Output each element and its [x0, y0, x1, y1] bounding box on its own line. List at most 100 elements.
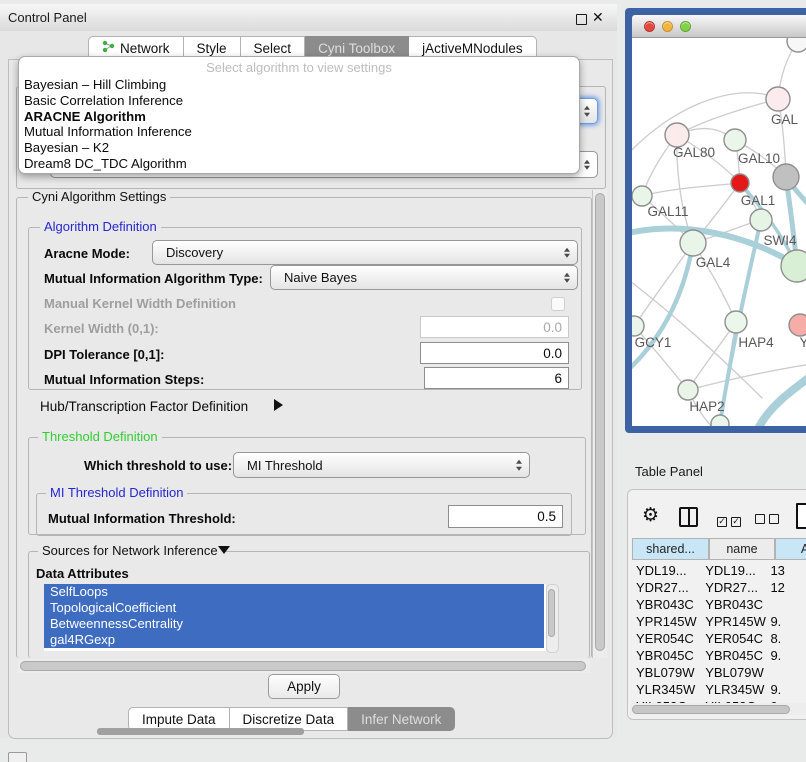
- which-threshold-combobox[interactable]: MI Threshold: [233, 452, 530, 478]
- apply-button[interactable]: Apply: [268, 674, 340, 699]
- aracne-mode-combobox[interactable]: Discovery: [152, 240, 578, 265]
- network-node-gal80[interactable]: [665, 123, 689, 147]
- mi-type-combobox[interactable]: Naive Bayes: [270, 265, 578, 290]
- table-cell: YPR145W: [630, 614, 705, 629]
- network-edge[interactable]: [759, 374, 806, 426]
- table-cell: YDL19...: [630, 563, 705, 578]
- table-cell: 12: [770, 580, 806, 595]
- network-edge[interactable]: [688, 364, 806, 390]
- settings-horizontal-scrollbar-thumb[interactable]: [20, 661, 586, 671]
- attributes-scrollbar[interactable]: [546, 584, 559, 653]
- dpi-tolerance-field[interactable]: 0.0: [420, 342, 569, 364]
- network-node[interactable]: [731, 174, 749, 192]
- network-node-hap4[interactable]: [725, 311, 747, 333]
- tab-label: Network: [120, 41, 170, 56]
- algorithm-option[interactable]: Mutual Information Inference: [22, 124, 576, 140]
- column-header-name[interactable]: name: [709, 538, 775, 560]
- minimize-traffic-light-icon[interactable]: [662, 21, 673, 32]
- settings-horizontal-scrollbar[interactable]: [18, 659, 590, 673]
- column-header-third[interactable]: A: [775, 538, 806, 560]
- settings-group-title: Cyni Algorithm Settings: [28, 190, 170, 203]
- tab-label: Cyni Toolbox: [318, 41, 395, 56]
- network-node-gal[interactable]: [766, 87, 790, 111]
- settings-vertical-scrollbar-thumb[interactable]: [595, 193, 605, 651]
- dpi-tolerance-label: DPI Tolerance [0,1]:: [44, 347, 164, 362]
- which-threshold-label: Which threshold to use:: [84, 458, 232, 473]
- table-row[interactable]: YDR27...YDR27...12: [630, 579, 806, 596]
- network-node-gal4[interactable]: [680, 230, 706, 256]
- columns-icon[interactable]: [679, 507, 698, 527]
- algorithm-option[interactable]: Bayesian – K2: [22, 140, 576, 156]
- network-window-titlebar[interactable]: [632, 15, 806, 38]
- table-cell: 9.: [770, 682, 806, 697]
- table-cell: 8.: [770, 631, 806, 646]
- dpi-tolerance-value: 0.0: [543, 346, 562, 361]
- data-attributes-list[interactable]: SelfLoopsTopologicalCoefficientBetweenne…: [44, 584, 546, 651]
- table-cell: YER054C: [705, 631, 770, 646]
- attribute-list-item[interactable]: gal4RGexp: [44, 632, 544, 648]
- close-window-icon[interactable]: ✕: [592, 9, 604, 26]
- manual-kernel-checkbox[interactable]: [551, 297, 565, 311]
- network-edge[interactable]: [642, 183, 740, 196]
- algorithm-option[interactable]: ARACNE Algorithm: [22, 109, 576, 125]
- network-node-y[interactable]: [789, 314, 806, 336]
- network-node-gcy1[interactable]: [632, 316, 644, 336]
- table-cell: YLR345W: [630, 682, 705, 697]
- network-icon: [102, 40, 115, 56]
- attribute-list-item[interactable]: TopologicalCoefficient: [44, 600, 544, 616]
- table-cell: YPR145W: [705, 614, 770, 629]
- table-row[interactable]: YER054CYER054C8.: [630, 630, 806, 647]
- tab-label: Infer Network: [361, 712, 441, 727]
- mi-threshold-field[interactable]: 0.5: [448, 505, 563, 528]
- gear-icon[interactable]: ⚙: [642, 506, 659, 525]
- float-window-icon[interactable]: [576, 14, 587, 25]
- attribute-list-item[interactable]: BetweennessCentrality: [44, 616, 544, 632]
- table-cell: YBR043C: [630, 597, 705, 612]
- algorithm-option[interactable]: Dream8 DC_TDC Algorithm: [22, 156, 576, 172]
- root: Control Panel ✕ Network Style Select Cyn…: [0, 0, 806, 762]
- network-node[interactable]: [773, 164, 799, 190]
- network-graph: GALGAL80GAL10GAL1GAL11GAL4SWI4GCY1HAP4YH…: [632, 38, 806, 426]
- zoom-traffic-light-icon[interactable]: [680, 21, 691, 32]
- table-row[interactable]: YPR145WYPR145W9.: [630, 613, 806, 630]
- network-canvas[interactable]: GALGAL80GAL10GAL1GAL11GAL4SWI4GCY1HAP4YH…: [632, 38, 806, 426]
- tab-infer-network[interactable]: Infer Network: [348, 707, 455, 731]
- hub-definition-label: Hub/Transcription Factor Definition: [40, 399, 248, 414]
- mi-steps-label: Mutual Information Steps:: [44, 372, 204, 387]
- network-node-gal11[interactable]: [632, 186, 652, 206]
- network-node-gal1[interactable]: [750, 209, 772, 231]
- kernel-width-field[interactable]: 0.0: [420, 316, 569, 338]
- panel-grip-icon[interactable]: [8, 752, 27, 762]
- network-node[interactable]: [787, 38, 806, 52]
- network-node-label: SWI4: [763, 233, 796, 248]
- deselect-all-columns-icon[interactable]: [755, 511, 783, 529]
- table-row[interactable]: YBL079WYBL079W: [630, 664, 806, 681]
- table-horizontal-scrollbar[interactable]: [630, 703, 806, 715]
- column-header-shared[interactable]: shared...: [632, 538, 709, 560]
- algorithm-option[interactable]: Basic Correlation Inference: [22, 93, 576, 109]
- network-node-hap2[interactable]: [678, 380, 698, 400]
- attribute-list-item[interactable]: SelfLoops: [44, 584, 544, 600]
- network-node-swi4[interactable]: [781, 250, 806, 282]
- table-cell: YLR345W: [705, 682, 770, 697]
- algorithm-dropdown-popup: Select algorithm to view settings Bayesi…: [18, 56, 580, 174]
- table-row[interactable]: YBR043CYBR043C: [630, 596, 806, 613]
- table-horizontal-scrollbar-thumb[interactable]: [632, 705, 790, 714]
- table-row[interactable]: YDL19...YDL19...13: [630, 562, 806, 579]
- settings-vertical-scrollbar[interactable]: [592, 190, 607, 658]
- mi-steps-value: 6: [554, 371, 562, 386]
- tabbar-scroll-thumb[interactable]: [97, 728, 304, 735]
- collapse-arrow-icon[interactable]: [218, 546, 230, 554]
- attributes-scrollbar-thumb[interactable]: [548, 589, 555, 637]
- table-cell: 9.: [770, 614, 806, 629]
- close-traffic-light-icon[interactable]: [644, 21, 655, 32]
- algorithm-option[interactable]: Bayesian – Hill Climbing: [22, 77, 576, 93]
- export-table-icon[interactable]: [796, 503, 806, 529]
- table-row[interactable]: YBR045CYBR045C9.: [630, 647, 806, 664]
- expand-arrow-icon[interactable]: [274, 399, 283, 411]
- select-all-columns-icon[interactable]: ✓✓: [717, 511, 745, 529]
- mi-steps-field[interactable]: 6: [424, 367, 569, 389]
- network-node-gal10[interactable]: [724, 129, 746, 151]
- table-row[interactable]: YLR345WYLR345W9.: [630, 681, 806, 698]
- network-node[interactable]: [711, 415, 729, 426]
